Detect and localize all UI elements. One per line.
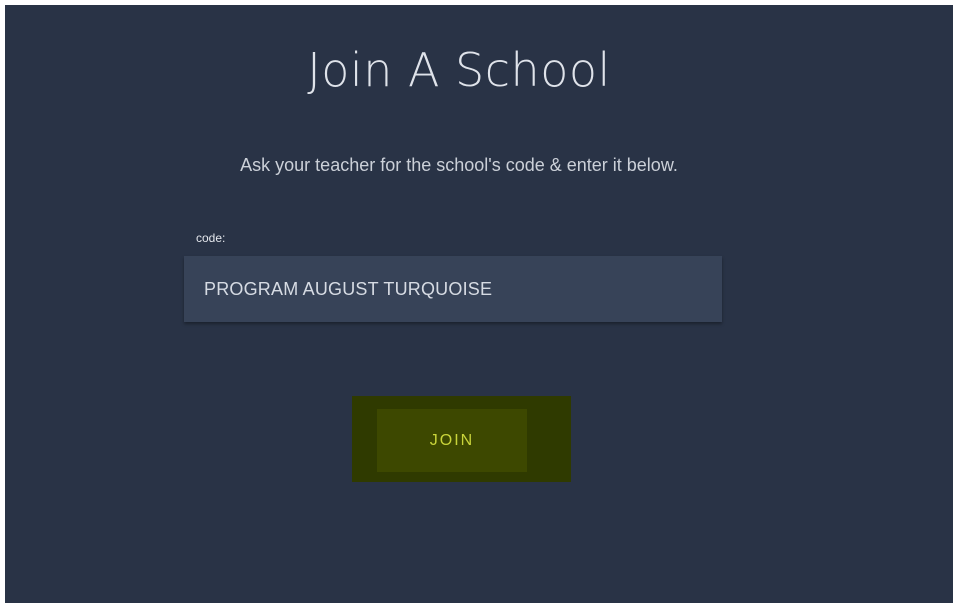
code-input[interactable]: PROGRAM AUGUST TURQUOISE — [184, 256, 722, 322]
code-label: code: — [196, 231, 226, 245]
code-input-value: PROGRAM AUGUST TURQUOISE — [204, 278, 493, 299]
join-button[interactable]: JOIN — [352, 396, 571, 482]
join-button-label: JOIN — [429, 431, 475, 449]
page-title: Join A School — [307, 43, 611, 97]
page-subtitle: Ask your teacher for the school's code &… — [240, 155, 678, 175]
join-button-inner[interactable]: JOIN — [377, 409, 527, 472]
join-school-panel: Join A School Ask your teacher for the s… — [5, 5, 953, 603]
